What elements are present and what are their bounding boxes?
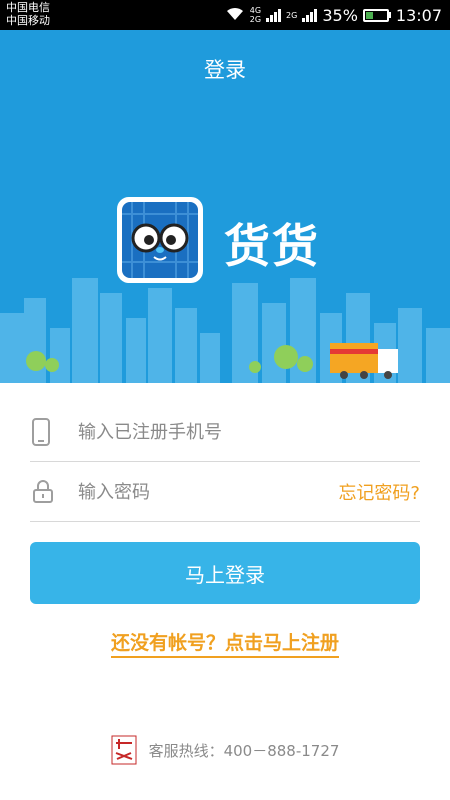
brand-name: 货货 xyxy=(224,219,320,273)
app-logo xyxy=(117,197,203,283)
status-bar: 中国电信 中国移动 4G 2G 2G 35% 13:07 xyxy=(0,0,450,30)
login-button[interactable]: 马上登录 xyxy=(30,542,420,604)
phone-input[interactable] xyxy=(70,421,420,443)
carrier-1: 中国电信 xyxy=(6,1,50,14)
footer: 客服热线：400－888-1727 xyxy=(0,735,450,765)
password-field: 忘记密码? xyxy=(30,463,420,522)
register-link-container: 还没有帐号？点击马上注册 xyxy=(0,628,450,658)
battery-icon xyxy=(362,8,391,22)
password-input[interactable] xyxy=(70,481,339,503)
city-skyline-illustration xyxy=(0,278,450,383)
phone-field xyxy=(30,403,420,462)
page-title: 登录 xyxy=(204,58,246,82)
signal-icon-2 xyxy=(302,8,318,22)
carrier-2: 中国移动 xyxy=(6,14,50,27)
signal-icon-1 xyxy=(266,8,282,22)
network-type-3: 2G xyxy=(286,10,298,20)
network-type-2: 2G xyxy=(249,15,262,24)
carrier-info: 中国电信 中国移动 xyxy=(6,1,50,27)
register-link[interactable]: 还没有帐号？点击马上注册 xyxy=(110,632,339,658)
seal-logo-icon xyxy=(111,735,137,765)
status-indicators: 4G 2G 2G 35% 13:07 xyxy=(225,0,442,30)
lock-icon xyxy=(30,480,70,504)
phone-icon xyxy=(30,418,70,446)
battery-percent: 35% xyxy=(322,5,358,25)
network-type: 4G 2G xyxy=(250,6,261,24)
hero-banner: 登录 货货 xyxy=(0,30,450,383)
clock: 13:07 xyxy=(395,5,442,25)
network-type-1: 4G xyxy=(249,6,262,15)
mascot-icon xyxy=(122,202,198,278)
customer-hotline: 客服热线：400－888-1727 xyxy=(148,741,340,760)
forgot-password-link[interactable]: 忘记密码? xyxy=(338,479,420,505)
wifi-icon xyxy=(225,5,245,25)
